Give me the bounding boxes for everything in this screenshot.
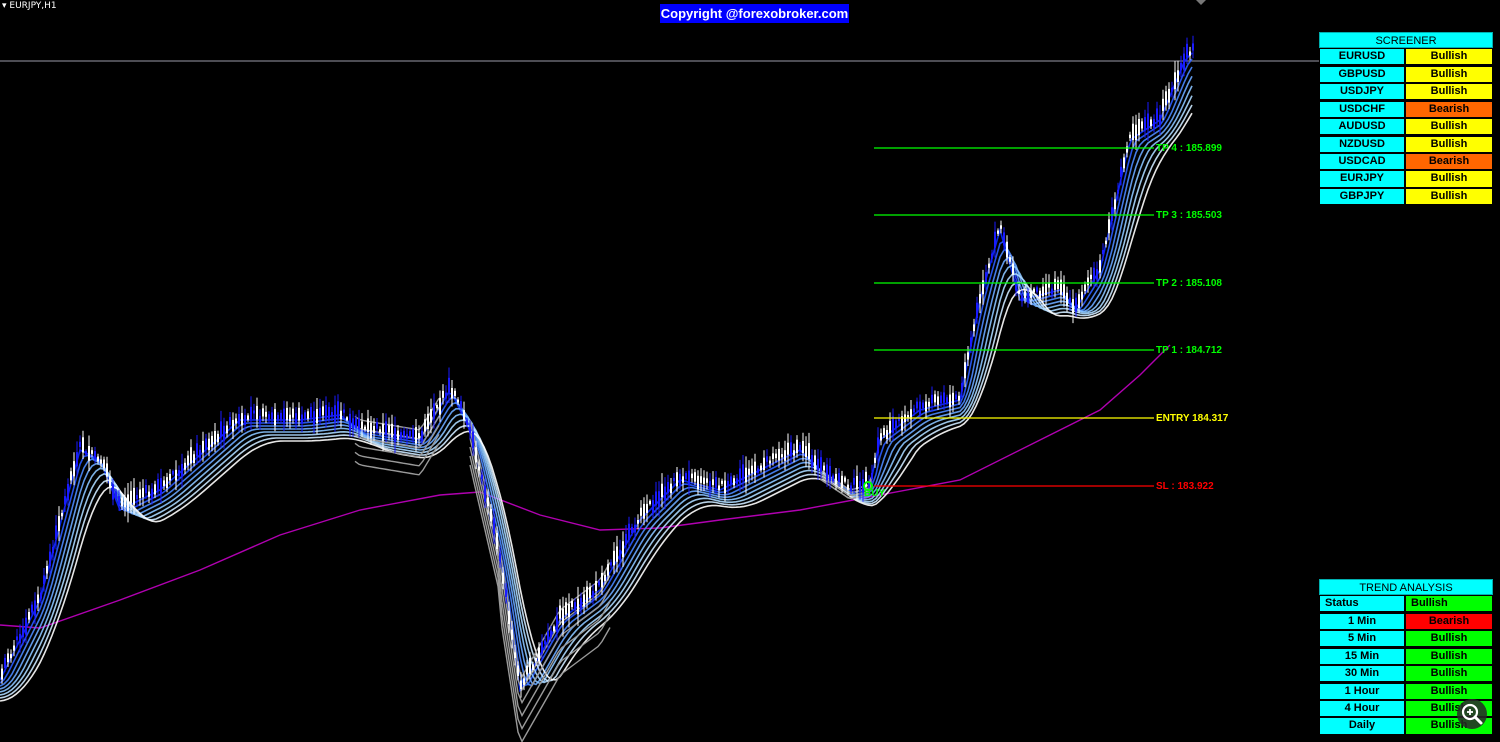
trend-signal: Bullish	[1405, 595, 1493, 613]
buy-label: BUY	[864, 488, 886, 499]
screener-row: USDCHF Bearish	[1319, 100, 1493, 118]
trend-title: TREND ANALYSIS	[1319, 579, 1493, 595]
trend-row: 15 Min Bullish	[1319, 647, 1493, 665]
screener-row: NZDUSD Bullish	[1319, 135, 1493, 153]
screener-signal: Bullish	[1405, 187, 1493, 206]
tp1-label: TP 1 : 184.712	[1156, 345, 1222, 356]
screener-label: USDJPY	[1319, 83, 1405, 101]
trend-row: 1 Hour Bullish	[1319, 682, 1493, 700]
screener-label: EURJPY	[1319, 170, 1405, 188]
trend-signal: Bullish	[1405, 665, 1493, 683]
screener-label: EURUSD	[1319, 48, 1405, 66]
screener-signal: Bullish	[1405, 118, 1493, 136]
tp4-label: TP 4 : 185.899	[1156, 143, 1222, 154]
screener-row: GBPUSD Bullish	[1319, 65, 1493, 83]
screener-signal: Bullish	[1405, 65, 1493, 83]
screener-signal: Bearish	[1405, 153, 1493, 171]
screener-title: SCREENER	[1319, 32, 1493, 48]
trend-row: Status Bullish	[1319, 595, 1493, 613]
trend-signal: Bullish	[1405, 647, 1493, 665]
sl-label: SL : 183.922	[1156, 481, 1214, 492]
symbol-label: ▾ EURJPY,H1	[2, 1, 57, 11]
screener-row: EURJPY Bullish	[1319, 170, 1493, 188]
trend-row: 1 Min Bearish	[1319, 612, 1493, 630]
trend-label: Status	[1319, 595, 1405, 613]
trend-signal: Bullish	[1405, 630, 1493, 648]
screener-label: GBPJPY	[1319, 187, 1405, 206]
screener-row: USDCAD Bearish	[1319, 153, 1493, 171]
screener-label: NZDUSD	[1319, 135, 1405, 153]
trend-label: 4 Hour	[1319, 700, 1405, 718]
screener-signal: Bearish	[1405, 100, 1493, 118]
trend-signal: Bullish	[1405, 682, 1493, 700]
screener-signal: Bullish	[1405, 83, 1493, 101]
chevron-down-icon[interactable]	[1196, 0, 1206, 5]
screener-label: USDCHF	[1319, 100, 1405, 118]
screener-row: USDJPY Bullish	[1319, 83, 1493, 101]
screener-signal: Bullish	[1405, 170, 1493, 188]
trend-label: 30 Min	[1319, 665, 1405, 683]
zoom-button[interactable]	[1457, 699, 1487, 729]
trend-label: 5 Min	[1319, 630, 1405, 648]
zoom-in-icon	[1461, 703, 1483, 725]
trend-signal: Bearish	[1405, 612, 1493, 630]
trend-row: 30 Min Bullish	[1319, 665, 1493, 683]
symbol-text: EURJPY,H1	[9, 1, 57, 11]
screener-row: AUDUSD Bullish	[1319, 118, 1493, 136]
screener-panel: SCREENER EURUSD Bullish GBPUSD Bullish USDJP…	[1319, 32, 1493, 206]
trend-label: 1 Hour	[1319, 682, 1405, 700]
tp2-label: TP 2 : 185.108	[1156, 278, 1222, 289]
entry-label: ENTRY 184.317	[1156, 413, 1229, 424]
trend-label: 15 Min	[1319, 647, 1405, 665]
trend-label: 1 Min	[1319, 612, 1405, 630]
trend-row: 5 Min Bullish	[1319, 630, 1493, 648]
screener-label: USDCAD	[1319, 153, 1405, 171]
trend-label: Daily	[1319, 717, 1405, 735]
screener-row: GBPJPY Bullish	[1319, 187, 1493, 206]
ema-ribbon	[0, 52, 1193, 742]
screener-label: GBPUSD	[1319, 65, 1405, 83]
candles	[1, 35, 1194, 698]
tp3-label: TP 3 : 185.503	[1156, 210, 1222, 221]
screener-label: AUDUSD	[1319, 118, 1405, 136]
screener-row: EURUSD Bullish	[1319, 48, 1493, 66]
price-chart[interactable]	[0, 0, 1500, 742]
screener-signal: Bullish	[1405, 48, 1493, 66]
screener-signal: Bullish	[1405, 135, 1493, 153]
copyright-watermark: Copyright @forexobroker.com	[660, 4, 849, 23]
